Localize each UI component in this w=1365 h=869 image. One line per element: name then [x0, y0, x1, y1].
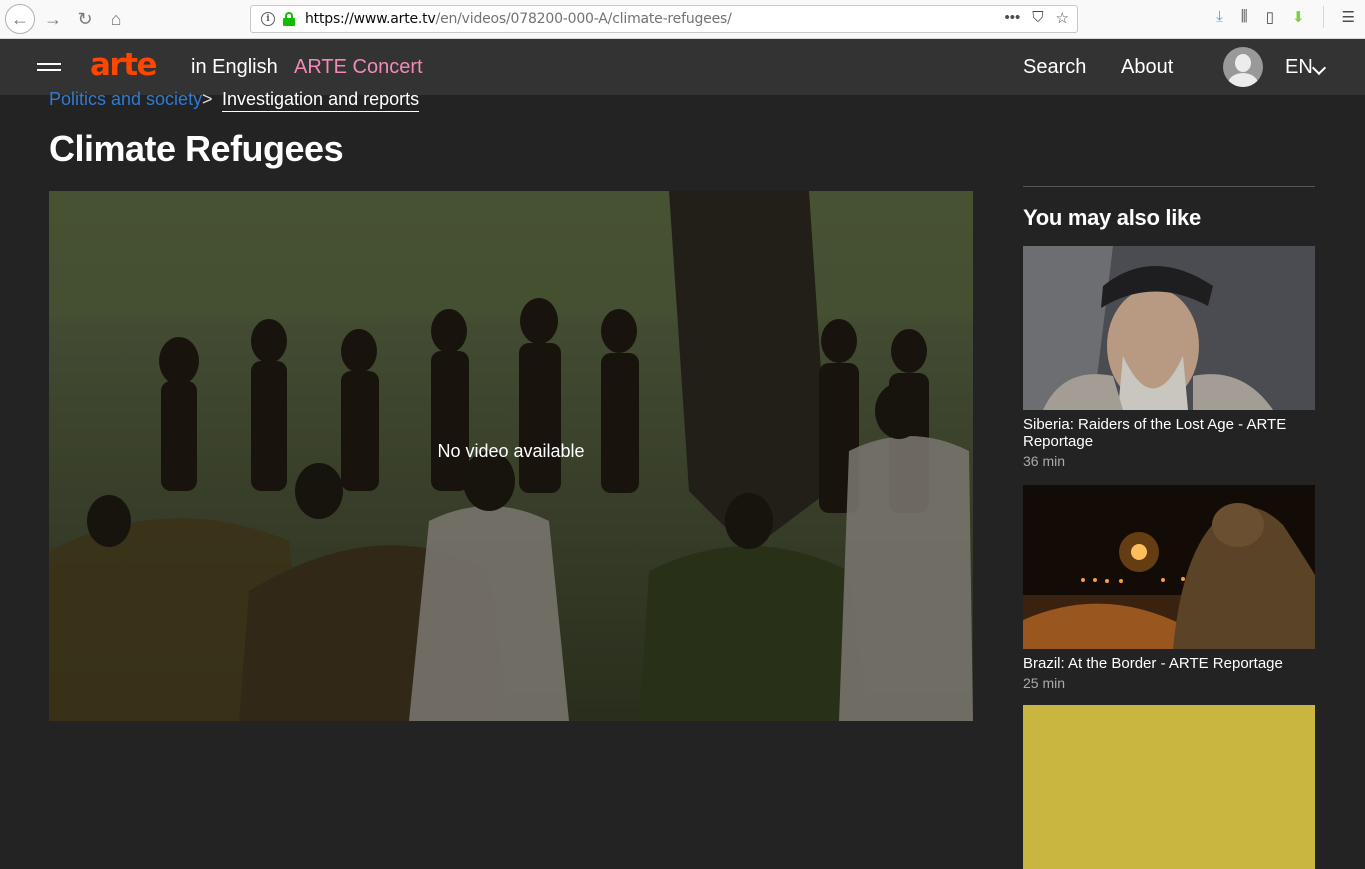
reload-button[interactable]: ↻ [72, 6, 98, 32]
reload-icon: ↻ [77, 8, 93, 29]
search-link[interactable]: Search [1023, 56, 1086, 79]
chevron-down-icon[interactable] [1311, 60, 1327, 76]
breadcrumb-politics-society[interactable]: Politics and society [49, 89, 202, 110]
sidebar-icon[interactable]: ▯ [1266, 8, 1274, 28]
back-button[interactable]: ← [5, 4, 35, 34]
video-player[interactable]: No video available [49, 191, 973, 721]
related-card-duration: 25 min [1023, 675, 1066, 691]
browser-toolbar: ← → ↻ ⌂ i https://www.arte.tv/en/videos/… [0, 0, 1365, 39]
language-edition-label[interactable]: in English [191, 56, 278, 79]
hamburger-menu-icon[interactable] [37, 63, 61, 73]
related-card-title[interactable]: Siberia: Raiders of the Lost Age - ARTE … [1023, 416, 1315, 450]
thumbnail-image [1023, 485, 1315, 649]
site-info-icon[interactable]: i [261, 12, 275, 26]
related-heading: You may also like [1023, 205, 1201, 230]
toolbar-divider [1322, 6, 1324, 28]
related-card-duration: 36 min [1023, 453, 1066, 469]
lock-icon [283, 12, 295, 26]
browser-toolbar-right: ⤓ ⫼ ▯ ⬇ ☰ [1216, 6, 1355, 28]
related-thumbnail[interactable] [1023, 246, 1315, 410]
url-path: /en/videos/078200-000-A/climate-refugees… [435, 11, 732, 27]
related-thumbnail[interactable] [1023, 485, 1315, 649]
about-link[interactable]: About [1121, 56, 1173, 79]
library-icon[interactable]: ⫼ [1241, 8, 1248, 28]
arrow-right-icon: → [44, 8, 62, 29]
arte-logo[interactable]: arte [90, 47, 158, 83]
related-card[interactable]: Brazil: At the Border - ARTE Reportage 2… [1023, 485, 1315, 691]
pocket-icon[interactable]: ⛉ [1032, 9, 1043, 27]
related-card[interactable] [1023, 705, 1315, 869]
extension-icon[interactable]: ⬇ [1292, 8, 1305, 28]
no-video-message: No video available [437, 441, 585, 461]
url-actions: ••• ⛉ ☆ [1005, 9, 1069, 27]
page-actions-icon[interactable]: ••• [1005, 9, 1021, 27]
user-avatar-icon[interactable] [1223, 47, 1263, 87]
arrow-left-icon: ← [11, 8, 29, 29]
site-header: arte in English ARTE Concert Search Abou… [0, 39, 1365, 95]
home-icon: ⌂ [110, 8, 122, 29]
bookmark-star-icon[interactable]: ☆ [1056, 9, 1069, 27]
breadcrumb-investigation-reports[interactable]: Investigation and reports [222, 89, 420, 112]
breadcrumb-separator-icon: > [202, 89, 213, 109]
thumbnail-image [1023, 246, 1315, 410]
downloads-icon[interactable]: ⤓ [1216, 8, 1223, 28]
language-selector[interactable]: EN [1285, 56, 1313, 79]
menu-icon[interactable]: ☰ [1342, 8, 1355, 28]
related-card-title[interactable]: Brazil: At the Border - ARTE Reportage [1023, 655, 1315, 672]
address-bar[interactable]: i https://www.arte.tv/en/videos/078200-0… [250, 5, 1078, 33]
page-title: Climate Refugees [49, 128, 344, 169]
url-text[interactable]: https://www.arte.tv/en/videos/078200-000… [305, 11, 732, 27]
related-thumbnail[interactable] [1023, 705, 1315, 869]
sidebar-divider [1023, 186, 1315, 187]
forward-button[interactable]: → [40, 6, 66, 32]
arte-concert-link[interactable]: ARTE Concert [294, 56, 423, 79]
url-host: https://www.arte.tv [305, 11, 436, 27]
home-button[interactable]: ⌂ [103, 6, 129, 32]
related-card[interactable]: Siberia: Raiders of the Lost Age - ARTE … [1023, 246, 1315, 469]
